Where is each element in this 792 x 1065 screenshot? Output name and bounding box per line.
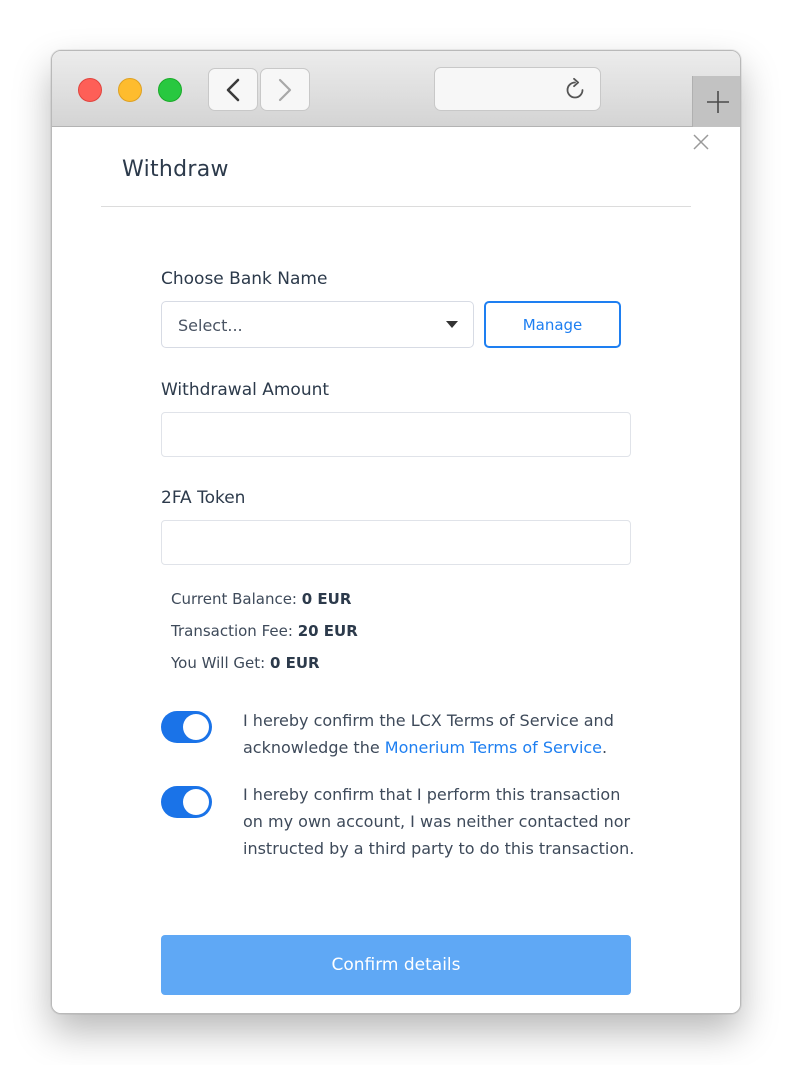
- close-window-button[interactable]: [78, 78, 102, 102]
- current-balance: Current Balance: 0 EUR: [171, 590, 351, 608]
- chevron-right-icon: [278, 78, 292, 101]
- title-divider: [101, 206, 691, 207]
- own-account-consent-text: I hereby confirm that I perform this tra…: [243, 785, 635, 858]
- current-balance-value: 0 EUR: [301, 590, 352, 608]
- token-input[interactable]: [161, 520, 631, 565]
- modal-title: Withdraw: [122, 157, 229, 182]
- monerium-terms-link[interactable]: Monerium Terms of Service: [385, 738, 602, 757]
- close-icon[interactable]: [692, 133, 710, 151]
- plus-icon: [706, 90, 729, 113]
- terms-consent-suffix: .: [602, 738, 608, 757]
- bank-name-select[interactable]: Select...: [161, 301, 474, 348]
- manage-button[interactable]: Manage: [484, 301, 621, 348]
- current-balance-label: Current Balance:: [171, 590, 297, 608]
- reload-icon[interactable]: [562, 77, 588, 103]
- minimize-window-button[interactable]: [118, 78, 142, 102]
- modal-withdraw: Withdraw Choose Bank Name Select... Mana…: [52, 127, 740, 1013]
- withdrawal-amount-label: Withdrawal Amount: [161, 380, 330, 400]
- you-will-get: You Will Get: 0 EUR: [171, 654, 320, 672]
- browser-window: Withdraw Choose Bank Name Select... Mana…: [51, 50, 741, 1014]
- you-will-get-value: 0 EUR: [269, 654, 320, 672]
- terms-toggle[interactable]: [161, 711, 212, 743]
- toggle-knob: [183, 714, 209, 740]
- terms-consent-text: I hereby confirm the LCX Terms of Servic…: [243, 707, 643, 761]
- address-bar[interactable]: [434, 67, 601, 111]
- toggle-knob: [183, 789, 209, 815]
- bank-select-value: Select...: [178, 316, 243, 335]
- back-button[interactable]: [208, 68, 258, 111]
- withdrawal-amount-input[interactable]: [161, 412, 631, 457]
- chevron-left-icon: [226, 78, 240, 101]
- zoom-window-button[interactable]: [158, 78, 182, 102]
- forward-button[interactable]: [260, 68, 310, 111]
- new-tab-button[interactable]: [692, 76, 740, 127]
- confirm-details-button[interactable]: Confirm details: [161, 935, 631, 995]
- you-will-get-label: You Will Get:: [171, 654, 266, 672]
- browser-toolbar: [52, 51, 740, 127]
- transaction-fee-value: 20 EUR: [297, 622, 358, 640]
- own-account-toggle[interactable]: [161, 786, 212, 818]
- transaction-fee: Transaction Fee: 20 EUR: [171, 622, 358, 640]
- bank-name-label: Choose Bank Name: [161, 269, 328, 289]
- token-label: 2FA Token: [161, 488, 246, 508]
- caret-down-icon: [446, 321, 458, 328]
- transaction-fee-label: Transaction Fee:: [171, 622, 293, 640]
